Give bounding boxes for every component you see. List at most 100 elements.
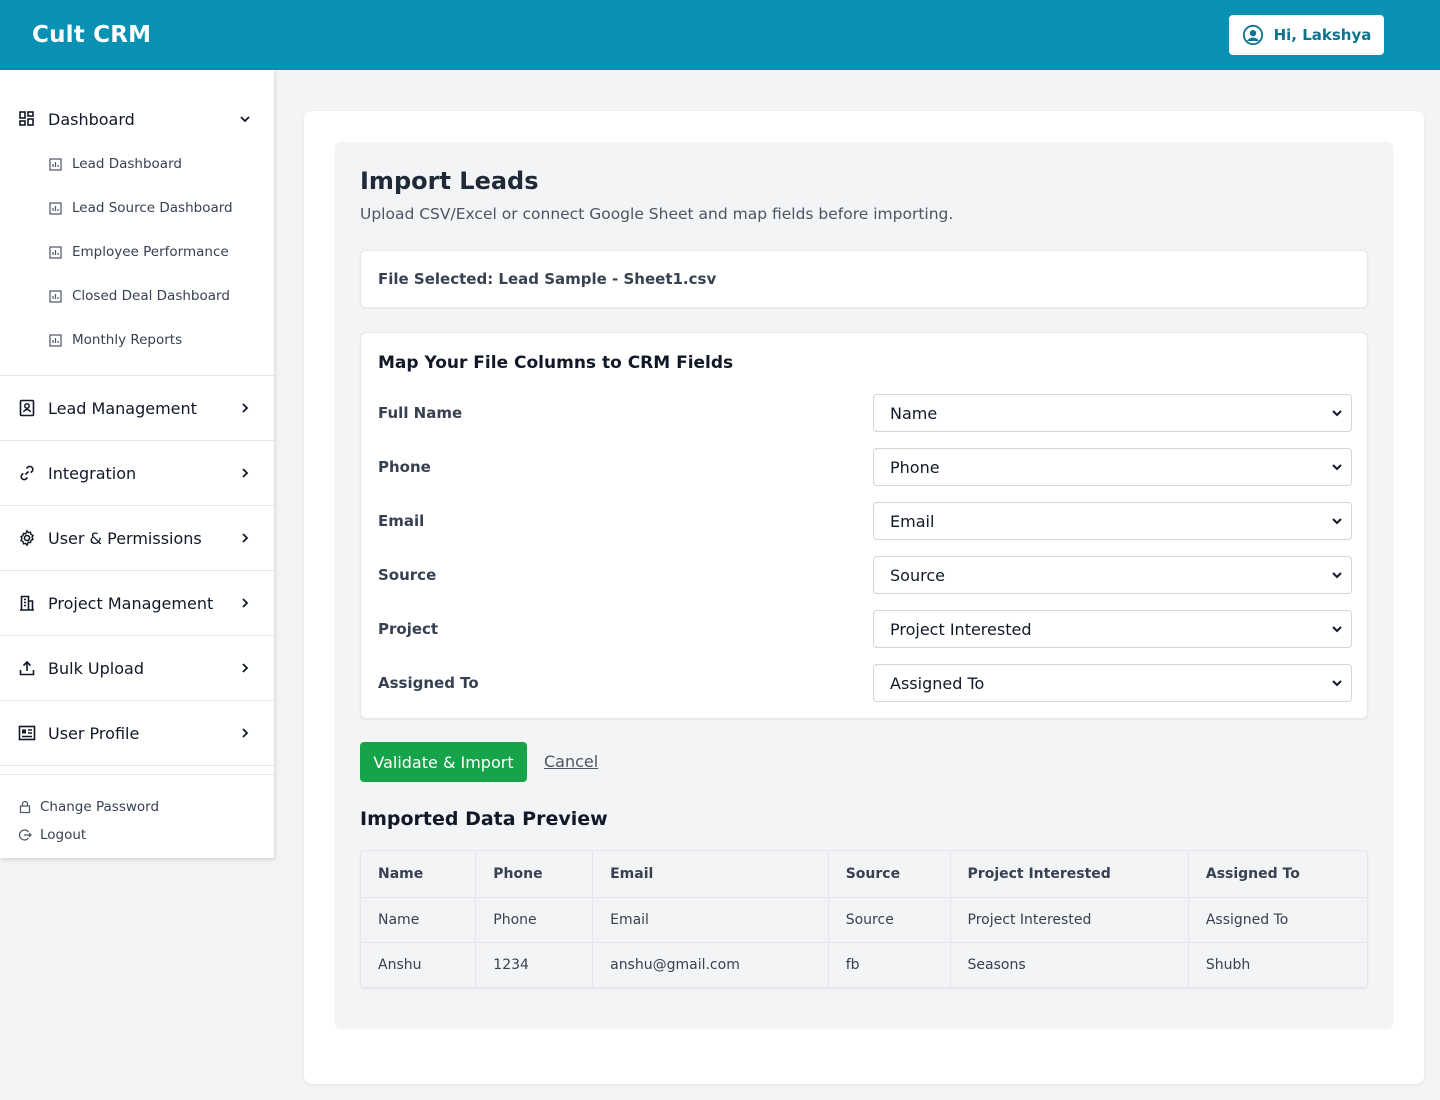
table-cell: Shubh (1205, 956, 1251, 973)
assigned-to-select[interactable]: Assigned To (873, 664, 1352, 702)
sidebar-item-label: Monthly Reports (72, 332, 183, 348)
project-select[interactable]: Project Interested (873, 610, 1352, 648)
select-value: Source (890, 565, 945, 585)
chevron-right-icon (238, 596, 252, 610)
sidebar-item-label: Closed Deal Dashboard (72, 288, 230, 304)
sidebar-item-monthly-reports[interactable]: Monthly Reports (0, 318, 274, 362)
table-header-row: Name Phone Email Source Project Interest… (361, 851, 1367, 898)
column-header: Assigned To (1188, 851, 1367, 898)
sidebar-item-label: Lead Source Dashboard (72, 200, 233, 216)
mapping-field-label: Email (378, 512, 425, 530)
chevron-right-icon (238, 531, 252, 545)
sidebar-footer: Change Password Logout (0, 774, 274, 849)
mapping-row: Assigned To Assigned To (378, 664, 1352, 702)
mapping-field-label: Full Name (378, 404, 463, 422)
field-mapping-card: Map Your File Columns to CRM Fields Full… (360, 332, 1368, 719)
sidebar-item-label: User Profile (48, 723, 140, 743)
column-header: Phone (475, 851, 594, 898)
bar-chart-icon (49, 289, 62, 303)
file-selected-text: File Selected: Lead Sample - Sheet1.csv (378, 270, 717, 288)
mapping-field-label: Assigned To (378, 674, 479, 692)
sidebar-item-label: User & Permissions (48, 528, 202, 548)
sidebar-item-user-permissions[interactable]: User & Permissions (0, 506, 274, 571)
chevron-down-icon (1332, 626, 1342, 633)
sidebar-item-label: Project Management (48, 593, 214, 613)
table-cell: anshu@gmail.com (592, 942, 829, 987)
select-value: Email (890, 511, 935, 531)
mapping-row: Source Source (378, 556, 1352, 594)
sidebar-item-label: Lead Management (48, 398, 197, 418)
table-cell: fb (828, 942, 951, 987)
sidebar-item-closed-deal-dashboard[interactable]: Closed Deal Dashboard (0, 274, 274, 318)
table-cell: Assigned To (1188, 897, 1367, 943)
sidebar-item-bulk-upload[interactable]: Bulk Upload (0, 636, 274, 701)
column-header: Source (828, 851, 951, 898)
change-password-link[interactable]: Change Password (18, 793, 274, 821)
table-row: Name Phone Email Source Project Interest… (361, 897, 1367, 943)
dashboard-grid-icon (18, 110, 36, 128)
sidebar-item-employee-performance[interactable]: Employee Performance (0, 230, 274, 274)
mapping-row: Full Name Name (378, 394, 1352, 432)
file-selected-box: File Selected: Lead Sample - Sheet1.csv (360, 250, 1368, 308)
table-cell: Phone (475, 897, 594, 943)
phone-select[interactable]: Phone (873, 448, 1352, 486)
chevron-right-icon (238, 466, 252, 480)
gear-icon (18, 529, 36, 547)
building-icon (18, 594, 36, 612)
column-header: Name (361, 851, 477, 898)
table-cell: 1234 (475, 942, 594, 987)
import-panel: Import Leads Upload CSV/Excel or connect… (335, 142, 1393, 1028)
sidebar-item-label: Lead Dashboard (72, 156, 182, 172)
mapping-title: Map Your File Columns to CRM Fields (378, 353, 734, 373)
table-cell: Name (361, 897, 477, 943)
upload-icon (18, 659, 36, 677)
sidebar-item-project-management[interactable]: Project Management (0, 571, 274, 636)
chevron-down-icon (1332, 680, 1342, 687)
logout-icon (18, 828, 32, 842)
dashboard-submenu: Lead Dashboard Lead Source Dashboard Emp… (0, 142, 274, 376)
user-greeting: Hi, Lakshya (1273, 26, 1372, 44)
sidebar-item-lead-dashboard[interactable]: Lead Dashboard (0, 142, 274, 186)
page-title: Import Leads (360, 167, 539, 195)
select-value: Name (890, 403, 938, 423)
column-header: Project Interested (950, 851, 1189, 898)
sidebar-item-user-profile[interactable]: User Profile (0, 701, 274, 766)
sidebar-item-integration[interactable]: Integration (0, 441, 274, 506)
sidebar-item-label: Employee Performance (72, 244, 229, 260)
table-cell: Source (828, 897, 951, 943)
select-value: Phone (890, 457, 940, 477)
cancel-link[interactable]: Cancel (544, 752, 598, 771)
table-cell: Seasons (950, 942, 1189, 987)
chevron-right-icon (238, 401, 252, 415)
mapping-field-label: Source (378, 566, 437, 584)
user-avatar-icon (1242, 24, 1263, 46)
table-cell: Anshu (361, 942, 477, 987)
validate-import-button[interactable]: Validate & Import (360, 742, 527, 782)
preview-table: Name Phone Email Source Project Interest… (360, 850, 1368, 988)
sidebar-item-label: Bulk Upload (48, 658, 144, 678)
logout-link[interactable]: Logout (18, 821, 274, 849)
main-content: Import Leads Upload CSV/Excel or connect… (304, 111, 1424, 1084)
sidebar-item-lead-source-dashboard[interactable]: Lead Source Dashboard (0, 186, 274, 230)
preview-title: Imported Data Preview (360, 808, 608, 830)
chevron-down-icon (1332, 410, 1342, 417)
chevron-right-icon (238, 726, 252, 740)
source-select[interactable]: Source (873, 556, 1352, 594)
email-select[interactable]: Email (873, 502, 1352, 540)
chevron-right-icon (238, 661, 252, 675)
chevron-down-icon (1332, 464, 1342, 471)
mapping-field-label: Project (378, 620, 439, 638)
sidebar-item-label: Dashboard (48, 109, 135, 129)
column-header: Email (592, 851, 829, 898)
table-cell: Project Interested (950, 897, 1189, 943)
sidebar-item-lead-management[interactable]: Lead Management (0, 376, 274, 441)
table-row: Anshu 1234 anshu@gmail.com fb Seasons Sh… (361, 942, 1367, 987)
bar-chart-icon (49, 245, 62, 259)
user-menu-button[interactable]: Hi, Lakshya (1229, 15, 1384, 55)
profile-card-icon (18, 724, 36, 742)
mapping-row: Email Email (378, 502, 1352, 540)
link-icon (18, 464, 36, 482)
bar-chart-icon (49, 201, 62, 215)
mapping-field-label: Phone (378, 458, 431, 476)
full-name-select[interactable]: Name (873, 394, 1352, 432)
